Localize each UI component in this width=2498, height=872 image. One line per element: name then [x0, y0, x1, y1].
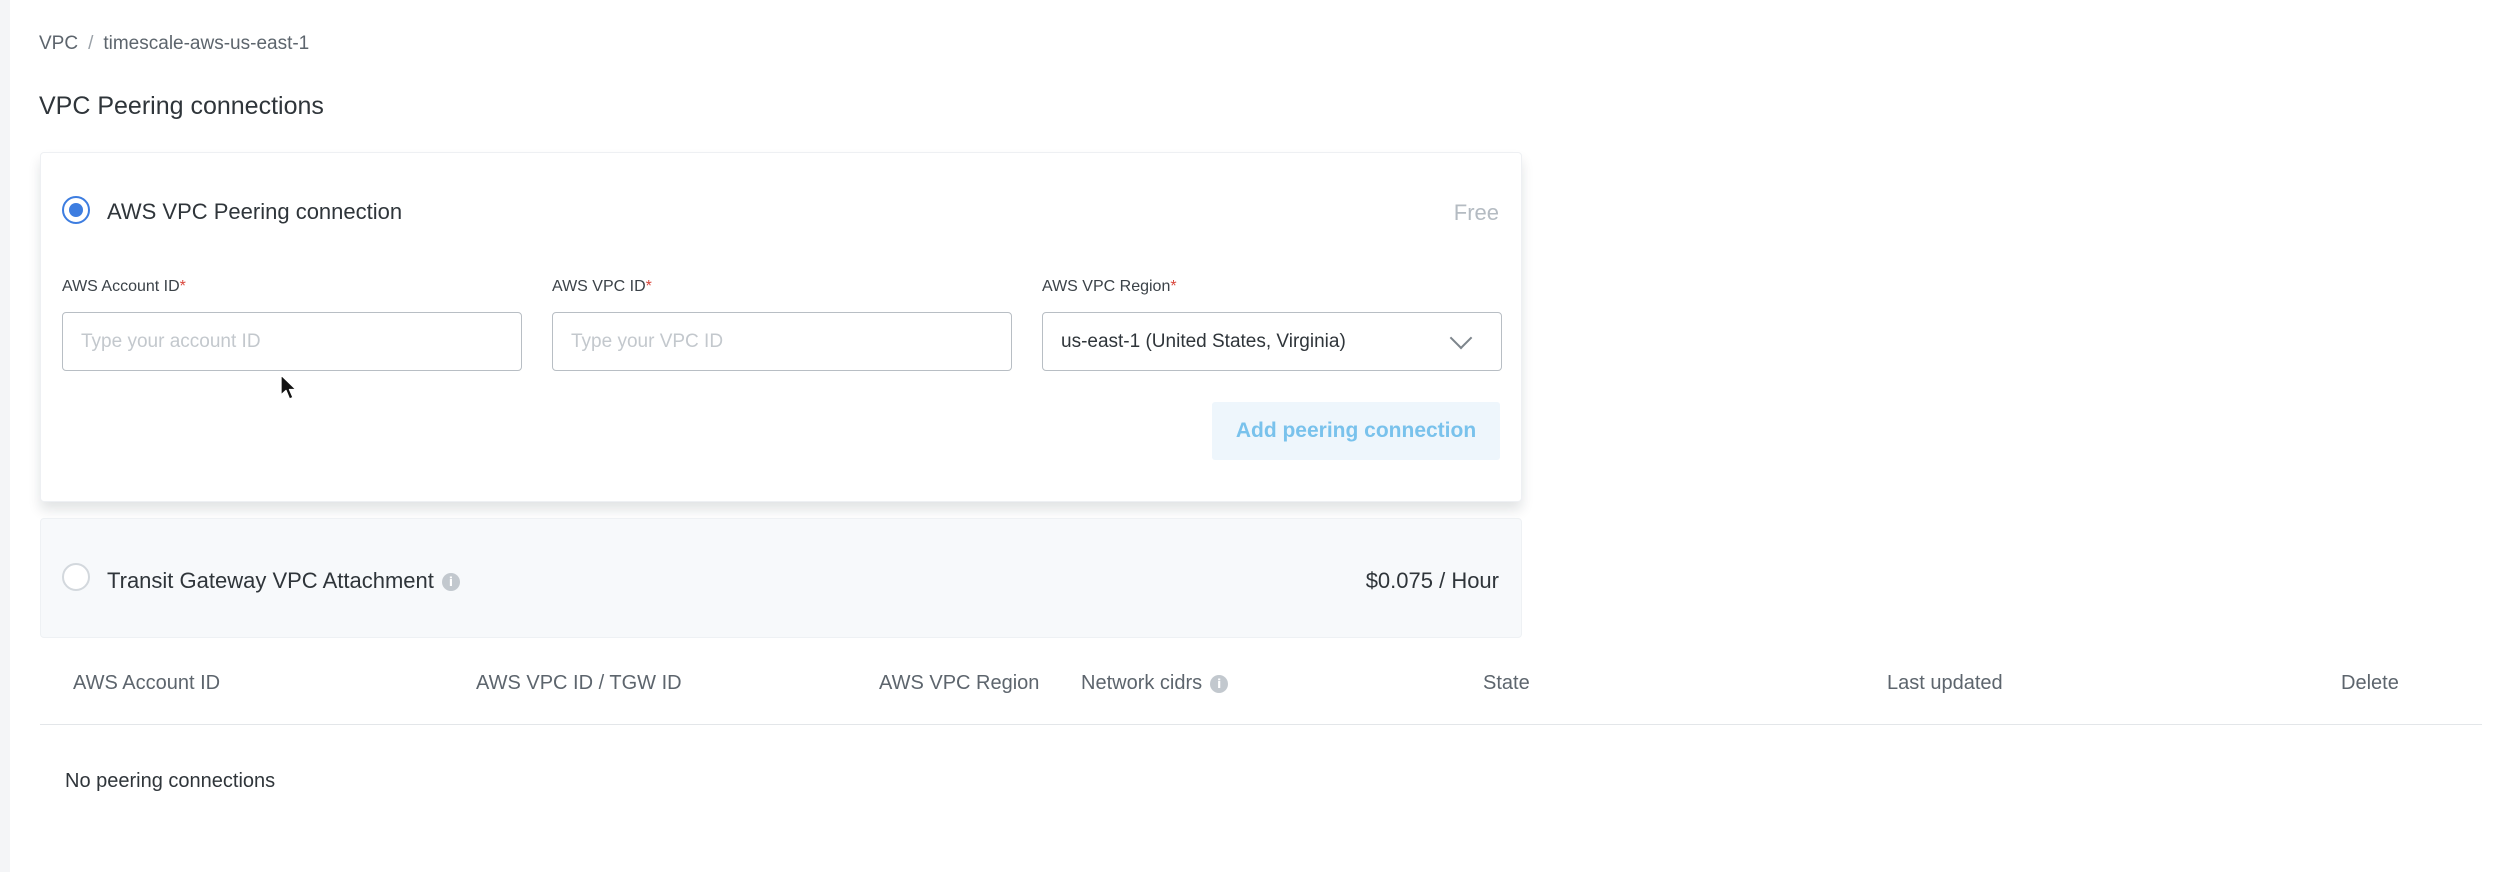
info-icon[interactable]: i — [1210, 674, 1229, 693]
vpc-region-select[interactable]: us-east-1 (United States, Virginia) — [1042, 312, 1502, 371]
column-header-account-id: AWS Account ID — [73, 672, 221, 694]
transit-gateway-card[interactable]: Transit Gateway VPC Attachment i $0.075 /… — [40, 518, 1522, 638]
aws-vpc-peering-radio[interactable] — [62, 196, 90, 224]
column-header-vpc-tgw-id: AWS VPC ID / TGW ID — [476, 672, 682, 694]
breadcrumb-separator: / — [88, 33, 94, 54]
mouse-cursor-icon — [280, 374, 297, 400]
account-id-input[interactable] — [62, 312, 522, 371]
aws-vpc-peering-card: AWS VPC Peering connection Free AWS Acco… — [40, 152, 1522, 502]
breadcrumb-current: timescale-aws-us-east-1 — [103, 33, 310, 54]
column-header-state: State — [1483, 672, 1530, 694]
breadcrumb: VPC / timescale-aws-us-east-1 — [39, 33, 309, 55]
account-id-label: AWS Account ID* — [62, 278, 186, 295]
column-header-network-cidrs: Network cidrs i — [1081, 672, 1229, 695]
required-mark: * — [179, 278, 186, 295]
peering-table-header: AWS Account ID AWS VPC ID / TGW ID AWS V… — [40, 672, 2482, 725]
vpc-id-label: AWS VPC ID* — [552, 278, 652, 295]
aws-vpc-peering-label: AWS VPC Peering connection — [107, 199, 403, 224]
required-mark: * — [1170, 278, 1177, 295]
transit-gateway-price: $0.075 / Hour — [1365, 568, 1499, 593]
empty-table-message: No peering connections — [65, 770, 276, 792]
column-header-delete: Delete — [2341, 672, 2399, 694]
column-header-last-updated: Last updated — [1887, 672, 2003, 694]
chevron-down-icon — [1449, 326, 1473, 349]
vpc-region-value: us-east-1 (United States, Virginia) — [1061, 330, 1346, 352]
column-header-vpc-region: AWS VPC Region — [879, 672, 1040, 694]
breadcrumb-vpc-link[interactable]: VPC — [39, 33, 78, 55]
page-title: VPC Peering connections — [39, 92, 324, 120]
info-icon[interactable]: i — [441, 573, 460, 592]
transit-gateway-label: Transit Gateway VPC Attachment i — [107, 568, 460, 594]
left-edge-panel — [0, 0, 10, 872]
add-peering-connection-button[interactable]: Add peering connection — [1212, 402, 1500, 460]
vpc-region-label: AWS VPC Region* — [1042, 278, 1177, 295]
aws-vpc-peering-price: Free — [1453, 200, 1499, 225]
transit-gateway-radio[interactable] — [62, 563, 90, 591]
vpc-id-input[interactable] — [552, 312, 1012, 371]
required-mark: * — [645, 278, 652, 295]
